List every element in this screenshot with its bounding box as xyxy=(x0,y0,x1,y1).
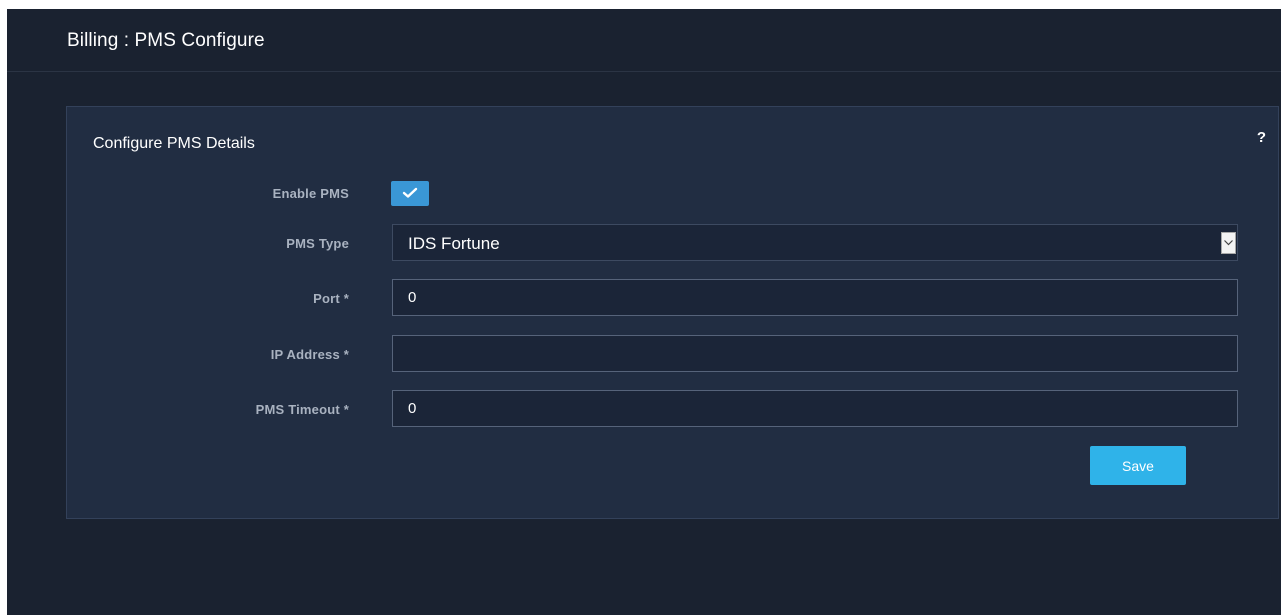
pms-type-select[interactable]: IDS Fortune xyxy=(392,224,1238,261)
help-icon[interactable]: ? xyxy=(1257,129,1266,146)
app-window: Billing : PMS Configure Configure PMS De… xyxy=(7,9,1281,615)
ip-address-label: IP Address * xyxy=(270,347,349,362)
port-label: Port * xyxy=(313,291,349,306)
panel-title: Configure PMS Details xyxy=(93,135,255,152)
enable-pms-checkbox[interactable] xyxy=(391,181,429,206)
chevron-down-icon xyxy=(1224,240,1233,246)
save-button[interactable]: Save xyxy=(1090,446,1186,485)
ip-address-input[interactable] xyxy=(392,335,1238,372)
enable-pms-label: Enable PMS xyxy=(272,186,349,201)
pms-type-label: PMS Type xyxy=(286,236,349,251)
port-input[interactable] xyxy=(392,279,1238,316)
page-title: Billing : PMS Configure xyxy=(67,30,265,51)
select-dropdown-button[interactable] xyxy=(1221,232,1236,254)
pms-timeout-label: PMS Timeout * xyxy=(255,402,349,417)
pms-type-selected-value: IDS Fortune xyxy=(408,234,500,253)
configure-pms-panel: Configure PMS Details ? Enable PMS PMS T… xyxy=(66,106,1279,519)
page-header: Billing : PMS Configure xyxy=(7,9,1281,72)
check-icon xyxy=(402,187,418,198)
pms-timeout-input[interactable] xyxy=(392,390,1238,427)
